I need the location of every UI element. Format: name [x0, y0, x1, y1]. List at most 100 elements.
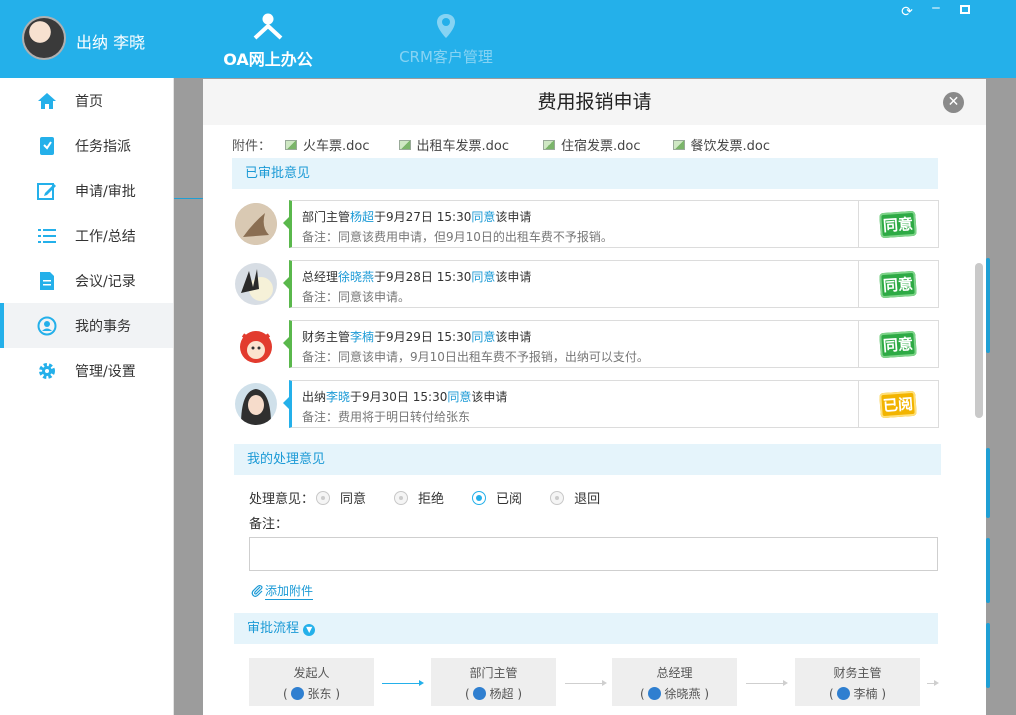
dialog-title: 费用报销申请	[537, 91, 652, 113]
approval-flow-header[interactable]: 审批流程 ▼	[234, 613, 938, 644]
radio-reject[interactable]: 拒绝	[394, 488, 444, 507]
flow-arrow	[746, 680, 788, 686]
approver-name-link[interactable]: 徐晓燕	[338, 270, 374, 284]
attachment-link[interactable]: 餐饮发票.doc	[672, 135, 770, 154]
approval-action: 同意	[447, 390, 472, 404]
attachments-label: 附件：	[232, 139, 272, 154]
radio-circle[interactable]	[472, 490, 487, 505]
sidebar-item-label: 申请/审批	[75, 183, 136, 200]
decision-radio-group: 处理意见： 同意 拒绝 已阅 退回	[249, 488, 600, 507]
tab-oa-label: OA网上办公	[223, 50, 313, 69]
radio-circle[interactable]	[394, 490, 409, 505]
sidebar-item-label: 会议/记录	[75, 273, 136, 290]
radio-return[interactable]: 退回	[550, 488, 600, 507]
user-circle-icon	[36, 315, 58, 337]
background-panel	[986, 538, 990, 603]
sidebar-item-label: 任务指派	[75, 138, 131, 155]
sidebar-item-label: 工作/总结	[75, 228, 136, 245]
attachment-link[interactable]: 火车票.doc	[285, 135, 370, 154]
opinion-card: 部门主管杨超于9月27日 15:30同意该申请 备注：同意该费用申请，但9月10…	[283, 200, 939, 248]
expense-claim-dialog: 费用报销申请 ✕ 附件： 火车票.doc 出租车发票.doc 住宿发票.doc …	[203, 79, 986, 715]
flow-person-name: 张东	[307, 687, 332, 701]
tab-oa-office[interactable]: OA网上办公	[198, 12, 338, 70]
approver-name-link[interactable]: 杨超	[350, 210, 374, 224]
user-avatar[interactable]	[22, 16, 66, 60]
radio-read[interactable]: 已阅	[472, 488, 522, 507]
flow-person-name: 李楠	[853, 687, 878, 701]
flow-role: 部门主管	[469, 666, 518, 680]
cloud-user-icon	[291, 687, 305, 700]
note-input[interactable]	[249, 537, 938, 571]
top-bar: 出纳 李晓 OA网上办公 CRM客户管理 ⟳ ‒	[0, 0, 1016, 78]
gear-icon	[36, 360, 58, 382]
sidebar-item-label: 管理/设置	[75, 363, 136, 380]
opinion-item: 财务主管李楠于9月29日 15:30同意该申请 备注：同意该申请，9月10日出租…	[235, 320, 939, 368]
approver-role: 总经理	[302, 270, 339, 284]
paperclip-icon	[251, 585, 263, 597]
minimize-icon[interactable]: ‒	[928, 0, 944, 16]
stamp-cell: 同意	[858, 321, 938, 367]
attachments-row: 附件： 火车票.doc 出租车发票.doc 住宿发票.doc 餐饮发票.doc	[232, 135, 770, 154]
background-divider	[174, 198, 203, 199]
sidebar-item-task[interactable]: 任务指派	[0, 123, 173, 168]
radio-agree[interactable]: 同意	[316, 488, 366, 507]
sidebar-item-settings[interactable]: 管理/设置	[0, 348, 173, 393]
refresh-icon[interactable]: ⟳	[899, 4, 915, 20]
scrollbar-thumb[interactable]	[975, 263, 983, 418]
flow-arrow	[382, 680, 424, 686]
chevron-down-icon[interactable]: ▼	[303, 624, 316, 636]
background-panel	[986, 258, 990, 353]
image-file-icon	[398, 139, 411, 150]
opinion-note: 备注：同意该费用申请，但9月10日的出租车费不予报销。	[302, 230, 613, 244]
opinion-note: 备注：费用将于明日转付给张东	[302, 410, 471, 424]
opinion-summary: 总经理徐晓燕于9月28日 15:30同意该申请	[302, 268, 531, 285]
radio-circle[interactable]	[550, 490, 565, 505]
flow-node: 总经理 ( 徐晓燕 )	[612, 658, 737, 706]
dialog-header: 费用报销申请 ✕	[203, 79, 986, 125]
flow-role: 发起人	[293, 666, 330, 680]
sidebar-item-label: 我的事务	[75, 318, 131, 335]
flow-node: 财务主管 ( 李楠 )	[795, 658, 920, 706]
opinion-item: 出纳李晓于9月30日 15:30同意该申请 备注：费用将于明日转付给张东 已阅	[235, 380, 939, 428]
attachment-name: 出租车发票.doc	[416, 139, 510, 154]
approver-name-link[interactable]: 李楠	[350, 330, 374, 344]
radio-label: 已阅	[496, 492, 523, 507]
stamp-cell: 同意	[858, 261, 938, 307]
approver-name-link[interactable]: 李晓	[326, 390, 350, 404]
sidebar-item-label: 首页	[75, 93, 103, 110]
radio-label: 拒绝	[418, 492, 445, 507]
background-panel	[986, 448, 990, 518]
attachment-name: 火车票.doc	[303, 139, 370, 154]
approval-action: 同意	[471, 270, 496, 284]
edit-icon	[36, 180, 58, 202]
flow-role: 财务主管	[833, 666, 882, 680]
people-icon	[253, 13, 283, 40]
sidebar-item-my-affairs[interactable]: 我的事务	[0, 303, 173, 348]
approval-suffix: 该申请	[471, 390, 508, 404]
list-icon	[36, 225, 58, 247]
opinion-card: 财务主管李楠于9月29日 15:30同意该申请 备注：同意该申请，9月10日出租…	[283, 320, 939, 368]
opinion-note: 备注：同意该申请，9月10日出租车费不予报销，出纳可以支付。	[302, 350, 649, 364]
image-file-icon	[672, 139, 685, 150]
close-button[interactable]: ✕	[943, 92, 964, 113]
attachment-link[interactable]: 出租车发票.doc	[398, 135, 510, 154]
decision-label: 处理意见：	[249, 492, 315, 507]
sidebar-item-home[interactable]: 首页	[0, 78, 173, 123]
add-attachment-link[interactable]: 添加附件	[251, 582, 314, 600]
opinion-summary: 财务主管李楠于9月29日 15:30同意该申请	[302, 328, 531, 345]
avatar	[235, 203, 277, 245]
approved-opinions-header: 已审批意见	[232, 158, 938, 189]
sidebar-item-apply[interactable]: 申请/审批	[0, 168, 173, 213]
opinion-item: 总经理徐晓燕于9月28日 15:30同意该申请 备注：同意该申请。 同意	[235, 260, 939, 308]
approval-flow-title: 审批流程	[247, 621, 300, 636]
tab-crm[interactable]: CRM客户管理	[376, 12, 516, 67]
maximize-icon[interactable]	[957, 2, 973, 18]
sidebar-item-meeting[interactable]: 会议/记录	[0, 258, 173, 303]
attachment-link[interactable]: 住宿发票.doc	[543, 135, 641, 154]
opinion-summary: 部门主管杨超于9月27日 15:30同意该申请	[302, 208, 531, 225]
read-stamp: 已阅	[879, 390, 918, 418]
sidebar-item-work[interactable]: 工作/总结	[0, 213, 173, 258]
cloud-user-icon	[473, 687, 487, 700]
flow-person: ( 张东 )	[282, 687, 340, 701]
radio-circle[interactable]	[316, 490, 331, 505]
